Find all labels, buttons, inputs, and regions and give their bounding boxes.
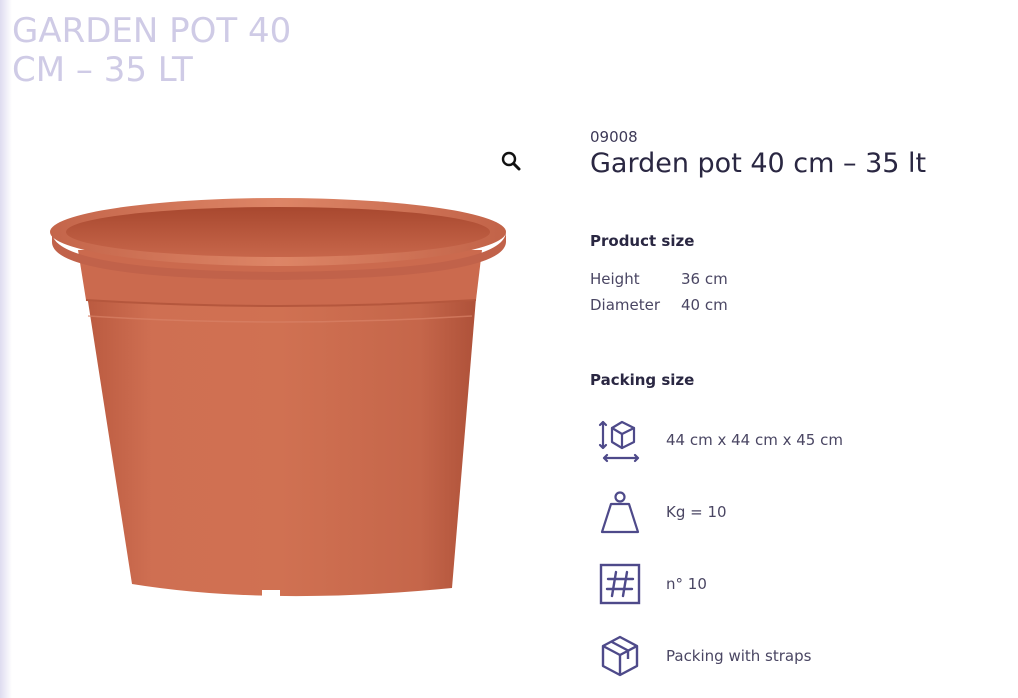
packing-row-straps: Packing with straps (596, 632, 811, 680)
product-page: GARDEN POT 40 CM – 35 LT 09008 Garden po… (0, 0, 1018, 698)
packing-size-heading: Packing size (590, 371, 695, 389)
weight-icon (600, 491, 640, 534)
magnifier-icon[interactable] (498, 148, 524, 174)
spec-value: 36 cm (681, 270, 728, 288)
spec-row-diameter: Diameter 40 cm (590, 296, 728, 314)
packing-weight-text: Kg = 10 (666, 503, 727, 521)
page-title-line-1: GARDEN POT 40 (12, 11, 292, 51)
product-image (50, 198, 506, 597)
spec-row-height: Height 36 cm (590, 270, 728, 288)
page-title-line-2: CM – 35 LT (12, 50, 193, 90)
product-name: Garden pot 40 cm – 35 lt (590, 148, 927, 179)
product-size-heading: Product size (590, 232, 695, 250)
product-sku: 09008 (590, 128, 638, 146)
spec-value: 40 cm (681, 296, 728, 314)
hash-icon (599, 563, 641, 605)
spec-key: Height (590, 270, 640, 288)
packing-row-weight: Kg = 10 (596, 488, 727, 536)
packing-dimensions-text: 44 cm x 44 cm x 45 cm (666, 431, 843, 449)
package-icon (601, 635, 639, 677)
packing-row-dimensions: 44 cm x 44 cm x 45 cm (596, 416, 843, 464)
left-edge-shadow (0, 0, 12, 698)
packing-straps-text: Packing with straps (666, 647, 812, 665)
page-title: GARDEN POT 40 CM – 35 LT (12, 12, 352, 90)
packing-count-text: n° 10 (666, 575, 707, 593)
spec-key: Diameter (590, 296, 661, 314)
box-dimensions-icon (598, 420, 640, 463)
packing-row-count: n° 10 (596, 560, 707, 608)
